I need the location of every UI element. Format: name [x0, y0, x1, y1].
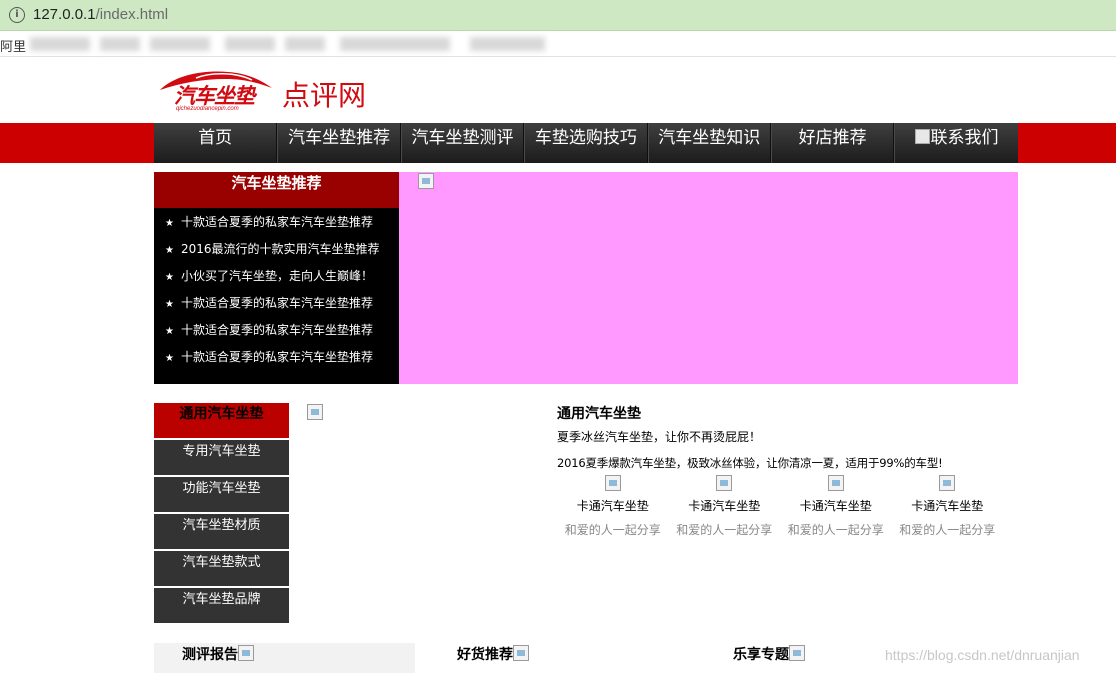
card-desc: 和爱的人一起分享 — [676, 523, 773, 537]
product-description: 2016夏季爆款汽车坐垫，极致冰丝体验，让你清凉一夏，适用于99%的车型! — [557, 456, 943, 470]
info-icon[interactable]: i — [9, 7, 25, 23]
url-host: 127.0.0.1 — [33, 6, 96, 23]
list-item[interactable]: ★ 十款适合夏季的私家车汽车坐垫推荐 — [154, 348, 399, 375]
nav-knowledge[interactable]: 汽车坐垫知识 — [647, 123, 771, 163]
nav-contact[interactable]: 联系我们 — [894, 123, 1017, 163]
product-card[interactable]: 卡通汽车坐垫 和爱的人一起分享 — [669, 475, 781, 538]
blurred-bookmark — [340, 37, 450, 51]
url-path: /index.html — [95, 6, 169, 23]
nav-label: 汽车坐垫知识 — [658, 128, 761, 148]
nav-label: 首页 — [198, 128, 233, 148]
broken-image-icon — [789, 645, 805, 661]
blurred-bookmark — [225, 37, 275, 51]
product-cards: 卡通汽车坐垫 和爱的人一起分享 卡通汽车坐垫 和爱的人一起分享 卡通汽车坐垫 和… — [557, 475, 1017, 538]
star-bullet-icon: ★ — [165, 218, 174, 229]
star-bullet-icon: ★ — [165, 326, 174, 337]
nav-label: 好店推荐 — [798, 128, 867, 148]
list-item-text: 小伙买了汽车坐垫，走向人生巅峰！ — [181, 269, 374, 283]
banner[interactable] — [399, 172, 1018, 384]
list-item-text: 十款适合夏季的私家车汽车坐垫推荐 — [181, 350, 374, 364]
list-item-text: 十款适合夏季的私家车汽车坐垫推荐 — [181, 215, 374, 229]
list-item[interactable]: ★ 十款适合夏季的私家车汽车坐垫推荐 — [154, 321, 399, 348]
nav-label: 车垫选购技巧 — [534, 128, 637, 148]
category-item[interactable]: 汽车坐垫材质 — [154, 514, 289, 549]
broken-image-icon — [914, 129, 930, 144]
product-tagline: 夏季冰丝汽车坐垫，让你不再烫屁屁！ — [557, 430, 762, 444]
category-item[interactable]: 专用汽车坐垫 — [154, 440, 289, 475]
list-item-text: 2016最流行的十款实用汽车坐垫推荐 — [181, 242, 380, 256]
nav-recommend[interactable]: 汽车坐垫推荐 — [277, 123, 401, 163]
site-title: 点评网 — [282, 79, 367, 112]
star-bullet-icon: ★ — [165, 353, 174, 364]
broken-image-icon — [307, 404, 323, 420]
broken-image-icon — [827, 475, 844, 491]
blurred-bookmark — [100, 37, 140, 51]
section-title: 测评报告 — [182, 647, 238, 663]
recommend-list: ★ 十款适合夏季的私家车汽车坐垫推荐 ★ 2016最流行的十款实用汽车坐垫推荐 ★ 小… — [154, 208, 399, 375]
card-name: 卡通汽车坐垫 — [688, 499, 761, 513]
category-menu: 通用汽车坐垫 专用汽车坐垫 功能汽车坐垫 汽车坐垫材质 汽车坐垫款式 汽车坐垫品… — [154, 403, 289, 623]
card-name: 卡通汽车坐垫 — [799, 499, 872, 513]
nav-shops[interactable]: 好店推荐 — [770, 123, 895, 163]
product-card[interactable]: 卡通汽车坐垫 和爱的人一起分享 — [780, 475, 892, 538]
blurred-bookmark — [470, 37, 545, 51]
broken-image-icon — [939, 475, 956, 491]
star-bullet-icon: ★ — [165, 299, 174, 310]
section-title: 乐享专题 — [733, 647, 789, 663]
section-title: 好货推荐 — [457, 647, 513, 663]
nav-label: 汽车坐垫测评 — [411, 128, 514, 148]
recommend-panel: 汽车坐垫推荐 ★ 十款适合夏季的私家车汽车坐垫推荐 ★ 2016最流行的十款实用汽车… — [154, 172, 399, 384]
product-title: 通用汽车坐垫 — [557, 406, 641, 422]
list-item-text: 十款适合夏季的私家车汽车坐垫推荐 — [181, 296, 374, 310]
star-bullet-icon: ★ — [165, 245, 174, 256]
product-info: 通用汽车坐垫 夏季冰丝汽车坐垫，让你不再烫屁屁！ 2016夏季爆款汽车坐垫，极致… — [557, 403, 1017, 471]
category-item[interactable]: 汽车坐垫品牌 — [154, 588, 289, 623]
broken-image-icon — [513, 645, 529, 661]
card-name: 卡通汽车坐垫 — [911, 499, 984, 513]
blurred-bookmark — [30, 37, 90, 51]
watermark-text: https://blog.csdn.net/dnruanjian — [885, 647, 1080, 663]
product-card[interactable]: 卡通汽车坐垫 和爱的人一起分享 — [557, 475, 669, 538]
list-item[interactable]: ★ 十款适合夏季的私家车汽车坐垫推荐 — [154, 213, 399, 240]
broken-image-icon — [418, 173, 434, 189]
list-item[interactable]: ★ 十款适合夏季的私家车汽车坐垫推荐 — [154, 294, 399, 321]
nav-label: 联系我们 — [930, 128, 999, 148]
card-desc: 和爱的人一起分享 — [899, 523, 996, 537]
nav-review[interactable]: 汽车坐垫测评 — [400, 123, 525, 163]
card-name: 卡通汽车坐垫 — [576, 499, 649, 513]
list-item[interactable]: ★ 2016最流行的十款实用汽车坐垫推荐 — [154, 240, 399, 267]
category-item[interactable]: 汽车坐垫款式 — [154, 551, 289, 586]
address-bar[interactable]: i 127.0.0.1/index.html — [0, 0, 1116, 31]
star-bullet-icon: ★ — [165, 272, 174, 283]
broken-image-icon — [604, 475, 621, 491]
list-item[interactable]: ★ 小伙买了汽车坐垫，走向人生巅峰！ — [154, 267, 399, 294]
list-item-text: 十款适合夏季的私家车汽车坐垫推荐 — [181, 323, 374, 337]
product-card[interactable]: 卡通汽车坐垫 和爱的人一起分享 — [892, 475, 1004, 538]
card-desc: 和爱的人一起分享 — [787, 523, 884, 537]
category-item[interactable]: 功能汽车坐垫 — [154, 477, 289, 512]
recommend-title: 汽车坐垫推荐 — [154, 172, 399, 208]
section-review-report[interactable]: 测评报告 — [182, 644, 254, 664]
nav-buying-tips[interactable]: 车垫选购技巧 — [524, 123, 648, 163]
category-head[interactable]: 通用汽车坐垫 — [154, 403, 289, 438]
section-topics[interactable]: 乐享专题 — [733, 644, 805, 664]
card-desc: 和爱的人一起分享 — [564, 523, 661, 537]
nav-label: 汽车坐垫推荐 — [288, 128, 391, 148]
blurred-bookmark — [285, 37, 325, 51]
url-text[interactable]: 127.0.0.1/index.html — [33, 6, 168, 23]
section-good-picks[interactable]: 好货推荐 — [457, 644, 529, 664]
logo-domain: qichezuodiancepin.com — [176, 106, 239, 112]
nav-home[interactable]: 首页 — [154, 123, 278, 163]
broken-image-icon — [716, 475, 733, 491]
bookmark-item[interactable]: 阿里 — [0, 36, 26, 55]
site-logo[interactable]: 汽车坐垫 qichezuodiancepin.com 点评网 — [156, 68, 386, 118]
bookmarks-bar: 阿里 — [0, 31, 1116, 57]
blurred-bookmark — [150, 37, 210, 51]
broken-image-icon — [238, 645, 254, 661]
main-nav: 首页 汽车坐垫推荐 汽车坐垫测评 车垫选购技巧 汽车坐垫知识 好店推荐 联系我们 — [154, 123, 1018, 163]
